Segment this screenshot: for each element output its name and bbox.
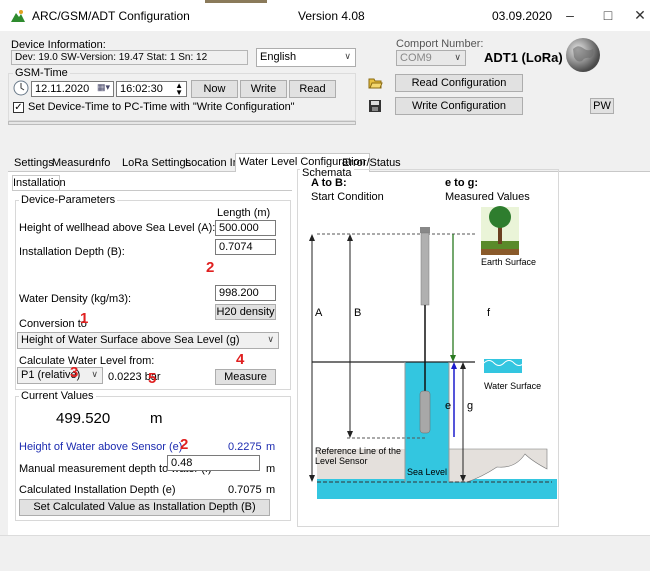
- device-name: ADT1 (LoRa): [484, 50, 563, 65]
- close-button[interactable]: ✕: [625, 0, 650, 31]
- depth-label: Installation Depth (B):: [19, 246, 125, 258]
- gsm-date-field[interactable]: 12.11.2020 ▦▾: [31, 81, 114, 97]
- set-time-label: Set Device-Time to PC-Time with "Write C…: [28, 101, 295, 113]
- chevron-down-icon: ∨: [91, 369, 98, 379]
- reference-line-label-1: Reference Line of the: [315, 446, 401, 456]
- chevron-down-icon: ∨: [267, 334, 274, 344]
- write-time-button[interactable]: Write: [240, 80, 287, 98]
- calc-from-label: Calculate Water Level from:: [19, 355, 155, 367]
- schemata-diagram: A B f e g Earth Surface Water Surface Se…: [309, 206, 557, 499]
- date-label: 03.09.2020: [492, 9, 553, 23]
- reference-line-label-2: Level Sensor: [315, 456, 368, 466]
- comport-label: Comport Number:: [396, 38, 484, 50]
- manual-depth-input[interactable]: 0.48: [167, 455, 260, 471]
- water-above-sensor-label: Height of Water above Sensor (e): [19, 441, 183, 453]
- tab-info[interactable]: Info: [89, 156, 113, 171]
- water-surface-icon: [483, 359, 525, 373]
- set-time-checkbox[interactable]: ✓: [13, 102, 24, 113]
- pw-button[interactable]: PW: [590, 98, 614, 114]
- language-select[interactable]: English ∨: [256, 48, 356, 67]
- spin-icon[interactable]: ▲ ▼: [175, 82, 183, 96]
- progress-bar: [8, 121, 356, 125]
- water-above-sensor-unit: m: [266, 441, 276, 453]
- set-calculated-depth-button[interactable]: Set Calculated Value as Installation Dep…: [19, 499, 270, 516]
- chevron-down-icon: ∨: [454, 52, 461, 62]
- h2o-density-button[interactable]: H20 density: [215, 304, 276, 320]
- annotation-5: 5: [148, 370, 157, 387]
- measure-button[interactable]: Measure: [215, 369, 276, 385]
- height-label: Height of wellhead above Sea Level (A):: [19, 222, 216, 234]
- read-configuration-button[interactable]: Read Configuration: [395, 74, 523, 92]
- device-info-field: Dev: 19.0 SW-Version: 19.47 Stat: 1 Sn: …: [11, 50, 248, 65]
- level-sensor: [419, 390, 431, 434]
- gsm-time-value: 16:02:30: [120, 83, 163, 95]
- probe-body: [420, 232, 430, 306]
- status-bar: [0, 535, 650, 571]
- label-g: g: [467, 400, 473, 412]
- comport-select[interactable]: COM9 ∨: [396, 50, 466, 66]
- annotation-1: 1: [80, 310, 89, 327]
- maximize-button[interactable]: □: [593, 0, 623, 31]
- write-configuration-button[interactable]: Write Configuration: [395, 97, 523, 115]
- density-input[interactable]: 998.200: [215, 285, 276, 301]
- calc-depth-value: 0.7075: [228, 484, 262, 496]
- current-values-title: Current Values: [19, 390, 96, 402]
- label-f: f: [487, 307, 491, 319]
- clock-icon: [13, 80, 29, 96]
- conversion-label: Conversion to: [19, 318, 87, 330]
- water-above-sensor-value: 0.2275: [228, 441, 262, 453]
- density-label: Water Density (kg/m3):: [19, 293, 132, 305]
- read-time-button[interactable]: Read: [289, 80, 336, 98]
- manual-depth-unit: m: [266, 463, 276, 475]
- height-input[interactable]: 500.000: [215, 220, 276, 236]
- sea-level-label: Sea Level: [407, 467, 447, 477]
- language-value: English: [260, 51, 297, 63]
- now-button[interactable]: Now: [191, 80, 238, 98]
- earth-surface-label: Earth Surface: [481, 257, 536, 267]
- gsm-time-field[interactable]: 16:02:30 ▲ ▼: [116, 81, 187, 97]
- conversion-select[interactable]: Height of Water Surface above Sea Level …: [17, 332, 279, 349]
- window-title: ARC/GSM/ADT Configuration: [32, 9, 190, 23]
- label-a: A: [315, 307, 323, 319]
- version-label: Version 4.08: [298, 9, 365, 23]
- conversion-value: Height of Water Surface above Sea Level …: [21, 334, 240, 346]
- calc-depth-unit: m: [266, 484, 276, 496]
- calc-depth-label: Calculated Installation Depth (e): [19, 484, 176, 496]
- calendar-dropdown-icon[interactable]: ▦▾: [97, 82, 110, 93]
- current-level-unit: m: [150, 410, 163, 427]
- app-icon: [11, 10, 25, 22]
- minimize-button[interactable]: –: [555, 0, 585, 31]
- gsm-date-value: 12.11.2020: [35, 83, 90, 95]
- annotation-2-water: 2: [180, 436, 189, 453]
- globe-icon: [566, 38, 600, 72]
- label-b: B: [354, 307, 361, 319]
- logo-strip: [205, 0, 267, 3]
- save-icon[interactable]: [368, 99, 382, 113]
- title-bar: ARC/GSM/ADT Configuration Version 4.08 0…: [0, 0, 650, 31]
- open-folder-icon[interactable]: [368, 76, 383, 90]
- subtab-installation[interactable]: Installation: [12, 175, 66, 191]
- annotation-3: 3: [70, 364, 79, 381]
- device-parameters-title: Device-Parameters: [19, 194, 118, 206]
- annotation-4: 4: [236, 351, 245, 368]
- current-level-value: 499.520: [56, 410, 111, 427]
- label-e: e: [445, 400, 451, 412]
- depth-input[interactable]: 0.7074: [215, 239, 276, 255]
- comport-value: COM9: [400, 52, 432, 64]
- earth-surface-icon: [481, 206, 519, 255]
- length-header: Length (m): [217, 207, 271, 219]
- annotation-2-depth: 2: [206, 259, 215, 276]
- gsm-time-label: GSM-Time: [13, 67, 70, 79]
- calc-source-select[interactable]: P1 (relative) ∨: [17, 367, 103, 384]
- water-surface-label: Water Surface: [484, 381, 541, 391]
- wellhead-cap: [420, 227, 430, 233]
- chevron-down-icon: ∨: [344, 51, 351, 61]
